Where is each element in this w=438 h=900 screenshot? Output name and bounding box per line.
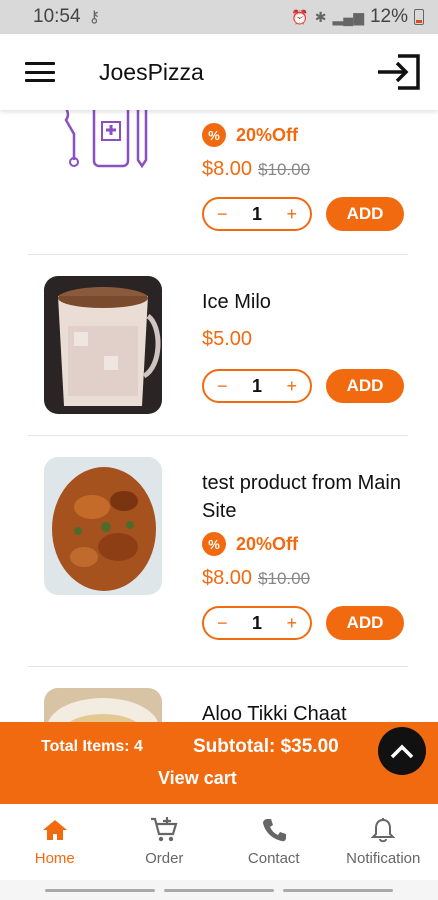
- iced-drink-photo: [44, 276, 162, 414]
- medicine-icon: [44, 110, 162, 178]
- price-row: $5.00: [202, 328, 408, 358]
- status-bar: 10:54 ⚷ ⏰ ✱ ▂▄▆ 12%: [0, 0, 438, 34]
- subtotal: Subtotal: $35.00: [193, 736, 339, 757]
- product-name-line: test product from Main: [202, 472, 401, 494]
- product-info: % 20%Off $8.00 $10.00 − 1 + ADD: [202, 120, 408, 232]
- status-time: 10:54: [33, 6, 81, 27]
- quantity-value: 1: [251, 612, 262, 633]
- battery-icon: [414, 9, 424, 25]
- discount-row: % 20%Off: [202, 120, 408, 150]
- signal-icon: ▂▄▆: [332, 8, 364, 25]
- cart-add-icon: [149, 816, 179, 844]
- product-info: Ice Milo $5.00 − 1 + ADD: [202, 288, 408, 404]
- battery-percent: 12%: [369, 6, 408, 27]
- page-title: JoesPizza: [99, 58, 204, 85]
- cart-summary-bar[interactable]: Total Items: 4 Subtotal: $35.00 View car…: [0, 722, 438, 804]
- price: $5.00: [202, 328, 253, 350]
- system-nav-pill[interactable]: [283, 888, 394, 892]
- nav-order[interactable]: Order: [110, 804, 220, 880]
- price-row: $8.00 $10.00: [202, 567, 408, 597]
- quantity-value: 1: [251, 203, 262, 224]
- product-card[interactable]: Ice Milo $5.00 − 1 + ADD: [28, 276, 408, 426]
- view-cart-link[interactable]: View cart: [158, 768, 237, 789]
- percent-icon: %: [202, 532, 226, 556]
- percent-icon: %: [202, 123, 226, 147]
- plus-button[interactable]: +: [286, 205, 297, 223]
- product-name: Ice Milo: [202, 291, 271, 313]
- product-actions: − 1 + ADD: [202, 368, 408, 404]
- system-nav-bar: [0, 880, 438, 900]
- original-price: $10.00: [258, 569, 311, 588]
- fried-food-photo: [44, 457, 162, 595]
- nav-label: Order: [145, 850, 184, 867]
- bell-icon: [371, 816, 396, 844]
- alarm-icon: ⏰: [291, 8, 309, 25]
- nav-label: Notification: [346, 850, 421, 867]
- product-name-line: Site: [202, 500, 237, 522]
- add-button[interactable]: ADD: [326, 369, 404, 403]
- menu-icon[interactable]: [25, 62, 55, 82]
- product-card[interactable]: test product from Main Site % 20%Off $8.…: [28, 457, 408, 657]
- chevron-up-icon: [390, 744, 414, 759]
- price: $8.00: [202, 567, 253, 589]
- price: $8.00: [202, 158, 253, 180]
- minus-button[interactable]: −: [217, 614, 228, 632]
- discount-label: 20%Off: [236, 533, 299, 554]
- divider: [28, 666, 408, 667]
- product-card[interactable]: Aloo Tikki Chaat: [28, 688, 408, 722]
- home-icon: [42, 816, 68, 844]
- product-info: test product from Main Site % 20%Off $8.…: [202, 469, 408, 641]
- product-card[interactable]: % 20%Off $8.00 $10.00 − 1 + ADD: [28, 110, 408, 240]
- login-icon[interactable]: [376, 52, 424, 92]
- app-header: JoesPizza: [0, 34, 438, 110]
- status-icons: ⏰ ✱ ▂▄▆ 12%: [291, 6, 424, 28]
- bottom-nav: Home Order Contact Notification: [0, 804, 438, 880]
- price-row: $8.00 $10.00: [202, 158, 408, 188]
- discount-label: 20%Off: [236, 124, 299, 145]
- phone-icon: [261, 816, 287, 844]
- plus-button[interactable]: +: [286, 377, 297, 395]
- add-button[interactable]: ADD: [326, 197, 404, 231]
- original-price: $10.00: [258, 160, 311, 179]
- nav-label: Contact: [247, 850, 300, 867]
- discount-row: % 20%Off: [202, 529, 408, 559]
- bluetooth-icon: ✱: [314, 8, 327, 25]
- system-nav-pill[interactable]: [44, 888, 155, 892]
- minus-button[interactable]: −: [217, 205, 228, 223]
- nav-notification[interactable]: Notification: [329, 804, 438, 880]
- product-list: % 20%Off $8.00 $10.00 − 1 + ADD Ice Milo…: [0, 110, 438, 722]
- quantity-stepper[interactable]: − 1 +: [202, 197, 312, 231]
- nav-home[interactable]: Home: [0, 804, 110, 880]
- product-actions: − 1 + ADD: [202, 605, 408, 641]
- nav-contact[interactable]: Contact: [219, 804, 329, 880]
- quantity-value: 1: [251, 375, 262, 396]
- expand-cart-button[interactable]: [378, 727, 426, 775]
- product-info: Aloo Tikki Chaat: [202, 700, 408, 722]
- chaat-photo: [44, 688, 162, 722]
- total-items: Total Items: 4: [41, 738, 143, 755]
- divider: [28, 254, 408, 255]
- system-nav-pill[interactable]: [163, 888, 274, 892]
- minus-button[interactable]: −: [217, 377, 228, 395]
- quantity-stepper[interactable]: − 1 +: [202, 369, 312, 403]
- divider: [28, 435, 408, 436]
- product-name: Aloo Tikki Chaat: [202, 703, 347, 722]
- nav-label: Home: [34, 850, 75, 867]
- add-button[interactable]: ADD: [326, 606, 404, 640]
- product-name: test product from Main Site: [202, 469, 408, 525]
- key-icon: ⚷: [88, 9, 101, 26]
- product-actions: − 1 + ADD: [202, 196, 408, 232]
- plus-button[interactable]: +: [286, 614, 297, 632]
- quantity-stepper[interactable]: − 1 +: [202, 606, 312, 640]
